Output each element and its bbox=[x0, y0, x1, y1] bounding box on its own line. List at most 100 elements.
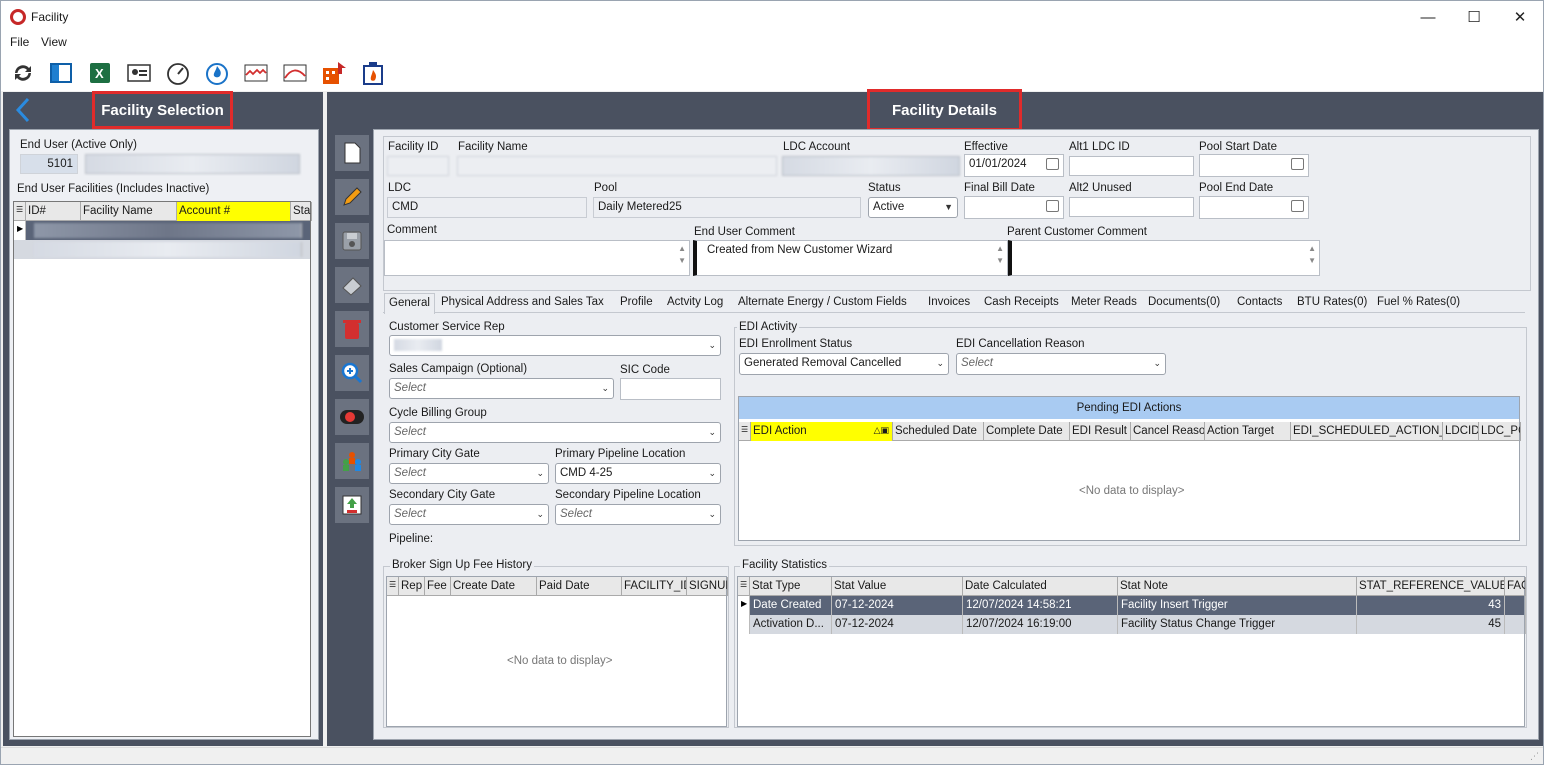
menu-view[interactable]: View bbox=[41, 35, 67, 49]
col-stat-note[interactable]: Stat Note bbox=[1118, 577, 1357, 596]
sic-code-field[interactable] bbox=[620, 378, 721, 400]
erase-button[interactable] bbox=[335, 267, 369, 303]
resize-grip-icon[interactable]: ⋰ bbox=[1530, 751, 1539, 762]
tab-fuel-rates[interactable]: Fuel % Rates(0) bbox=[1373, 293, 1464, 313]
close-button[interactable]: ✕ bbox=[1497, 1, 1543, 33]
col-rep[interactable]: Rep bbox=[399, 577, 425, 596]
final-bill-date-field[interactable] bbox=[964, 196, 1064, 219]
sort-filter-icon[interactable]: △▣ bbox=[874, 425, 889, 436]
toggle-button[interactable] bbox=[335, 399, 369, 435]
effective-date-field[interactable]: 01/01/2024 bbox=[964, 154, 1064, 177]
stats-row[interactable]: Activation D... 07-12-2024 12/07/2024 16… bbox=[738, 615, 1526, 634]
delete-button[interactable] bbox=[335, 311, 369, 347]
tab-meter-reads[interactable]: Meter Reads bbox=[1067, 293, 1141, 313]
col-cancel-reason[interactable]: Cancel Reaso bbox=[1131, 422, 1205, 441]
status-select[interactable]: Active ▼ bbox=[868, 197, 958, 218]
col-paid-date[interactable]: Paid Date bbox=[537, 577, 622, 596]
facility-id-field[interactable] bbox=[387, 156, 449, 176]
col-facility-id[interactable]: FACILITY_ID bbox=[622, 577, 687, 596]
secondary-pipeline-select[interactable]: Select ⌄ bbox=[555, 504, 721, 525]
cycle-billing-select[interactable]: Select ⌄ bbox=[389, 422, 721, 443]
calendar-icon[interactable] bbox=[1291, 200, 1304, 212]
edi-enrollment-select[interactable]: Generated Removal Cancelled ⌄ bbox=[739, 353, 949, 375]
parent-comment-textarea[interactable]: ▲ ▼ bbox=[1008, 240, 1320, 276]
excel-icon[interactable]: X bbox=[86, 59, 114, 87]
csr-select[interactable]: ⌄ bbox=[389, 335, 721, 356]
calendar-icon[interactable] bbox=[1046, 200, 1059, 212]
zoom-button[interactable] bbox=[335, 355, 369, 391]
col-complete-date[interactable]: Complete Date bbox=[984, 422, 1070, 441]
building-flame-icon[interactable] bbox=[359, 59, 387, 87]
pool-end-date-field[interactable] bbox=[1199, 196, 1309, 219]
tab-btu-rates[interactable]: BTU Rates(0) bbox=[1293, 293, 1371, 313]
col-action-target[interactable]: Action Target bbox=[1205, 422, 1291, 441]
pending-edi-grid[interactable]: Pending EDI Actions ☰ EDI Action △▣ Sched… bbox=[738, 396, 1521, 541]
gas-flame-icon[interactable] bbox=[203, 59, 231, 87]
broker-fee-grid[interactable]: ☰ Rep Fee Create Date Paid Date FACILITY… bbox=[386, 576, 728, 727]
col-fee[interactable]: Fee bbox=[425, 577, 451, 596]
col-edi-action[interactable]: EDI Action △▣ bbox=[751, 422, 893, 441]
scroll-arrows-icon[interactable]: ▲ ▼ bbox=[678, 243, 686, 267]
col-edi-scheduled-action-id[interactable]: EDI_SCHEDULED_ACTION_ID bbox=[1291, 422, 1443, 441]
col-ldcid[interactable]: LDCID bbox=[1443, 422, 1479, 441]
end-user-facilities-grid[interactable]: ☰ ID# Facility Name Account # Sta ▶ bbox=[13, 201, 312, 737]
grid-menu-icon[interactable]: ☰ bbox=[14, 202, 26, 221]
new-document-button[interactable] bbox=[335, 135, 369, 171]
pool-start-date-field[interactable] bbox=[1199, 154, 1309, 177]
end-user-comment-textarea[interactable]: Created from New Customer Wizard ▲ ▼ bbox=[693, 240, 1008, 276]
tab-alternate-energy[interactable]: Alternate Energy / Custom Fields bbox=[734, 293, 911, 313]
end-user-name-field[interactable] bbox=[85, 154, 300, 174]
ldc-field[interactable]: CMD bbox=[387, 197, 587, 218]
col-create-date[interactable]: Create Date bbox=[451, 577, 537, 596]
end-user-id-field[interactable]: 5101 bbox=[20, 154, 78, 174]
secondary-city-gate-select[interactable]: Select ⌄ bbox=[389, 504, 549, 525]
building-arrow-icon[interactable] bbox=[320, 59, 348, 87]
contact-card-icon[interactable] bbox=[125, 59, 153, 87]
grid-menu-icon[interactable]: ☰ bbox=[387, 577, 399, 596]
edit-button[interactable] bbox=[335, 179, 369, 215]
stats-row-selected[interactable]: ▶ Date Created 07-12-2024 12/07/2024 14:… bbox=[738, 596, 1526, 615]
panel-toggle-icon[interactable] bbox=[47, 59, 75, 87]
chart-red-wave-icon[interactable] bbox=[242, 59, 270, 87]
gauge-icon[interactable] bbox=[164, 59, 192, 87]
col-account[interactable]: Account # bbox=[177, 202, 291, 221]
col-status[interactable]: Sta bbox=[291, 202, 312, 221]
primary-pipeline-select[interactable]: CMD 4-25 ⌄ bbox=[555, 463, 721, 484]
edi-cancellation-select[interactable]: Select ⌄ bbox=[956, 353, 1166, 375]
col-signup[interactable]: SIGNUP bbox=[687, 577, 728, 596]
comment-textarea[interactable]: ▲ ▼ bbox=[384, 240, 690, 276]
calendar-icon[interactable] bbox=[1291, 158, 1304, 170]
scroll-arrows-icon[interactable]: ▲ ▼ bbox=[1308, 243, 1316, 267]
grid-menu-icon[interactable]: ☰ bbox=[739, 422, 751, 441]
col-edi-result[interactable]: EDI Result bbox=[1070, 422, 1131, 441]
grid-menu-icon[interactable]: ☰ bbox=[738, 577, 750, 596]
minimize-button[interactable]: — bbox=[1405, 1, 1451, 33]
tab-profile[interactable]: Profile bbox=[616, 293, 657, 313]
col-facility-name[interactable]: Facility Name bbox=[81, 202, 177, 221]
people-button[interactable] bbox=[335, 443, 369, 479]
save-button[interactable] bbox=[335, 223, 369, 259]
tab-physical-address[interactable]: Physical Address and Sales Tax bbox=[437, 293, 608, 313]
tab-invoices[interactable]: Invoices bbox=[924, 293, 974, 313]
collapse-left-button[interactable] bbox=[13, 97, 33, 123]
col-fac[interactable]: FAC bbox=[1505, 577, 1526, 596]
primary-city-gate-select[interactable]: Select ⌄ bbox=[389, 463, 549, 484]
sales-campaign-select[interactable]: Select ⌄ bbox=[389, 378, 614, 399]
col-stat-value[interactable]: Stat Value bbox=[832, 577, 963, 596]
col-id[interactable]: ID# bbox=[26, 202, 81, 221]
facility-name-field[interactable] bbox=[457, 156, 777, 176]
menu-file[interactable]: File bbox=[10, 35, 29, 49]
tab-general[interactable]: General bbox=[384, 293, 435, 314]
tab-activity-log[interactable]: Actvity Log bbox=[663, 293, 727, 313]
maximize-button[interactable]: ☐ bbox=[1451, 1, 1497, 33]
col-stat-reference-value-id[interactable]: STAT_REFERENCE_VALUE_ID bbox=[1357, 577, 1505, 596]
refresh-icon[interactable] bbox=[9, 59, 37, 87]
tab-cash-receipts[interactable]: Cash Receipts bbox=[980, 293, 1063, 313]
col-scheduled-date[interactable]: Scheduled Date bbox=[893, 422, 984, 441]
calendar-icon[interactable] bbox=[1046, 158, 1059, 170]
alt1-ldc-id-field[interactable] bbox=[1069, 156, 1194, 176]
ldc-account-field[interactable] bbox=[782, 156, 960, 176]
pool-field[interactable]: Daily Metered25 bbox=[593, 197, 861, 218]
scroll-arrows-icon[interactable]: ▲ ▼ bbox=[996, 243, 1004, 267]
tab-contacts[interactable]: Contacts bbox=[1233, 293, 1286, 313]
